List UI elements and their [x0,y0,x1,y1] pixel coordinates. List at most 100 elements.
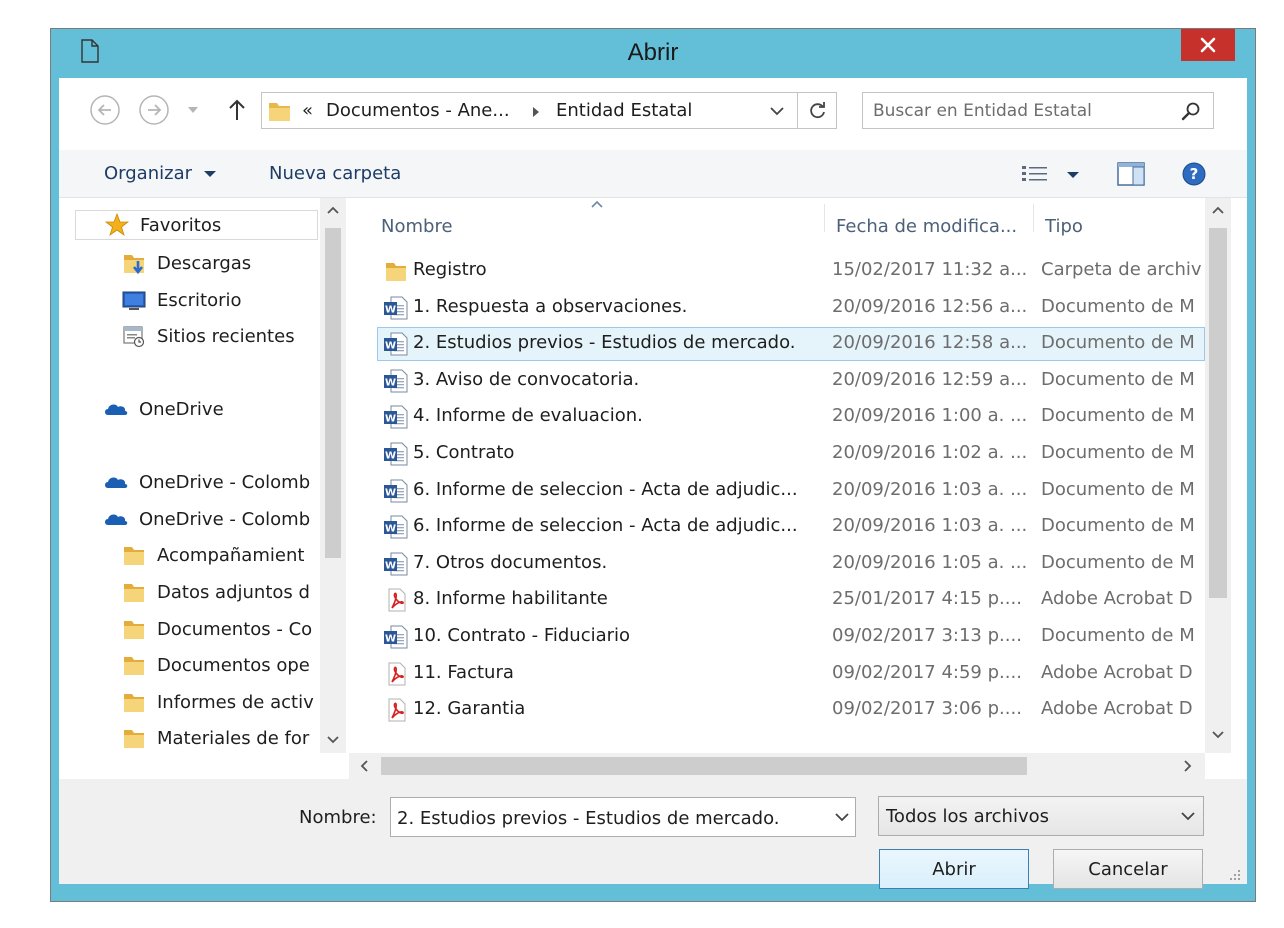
file-row[interactable]: 12. Garantia 09/02/2017 3:06 p.... Adobe A… [371,693,1205,727]
back-button[interactable] [89,94,121,126]
file-name: 1. Respuesta a observaciones. [413,295,688,317]
navigation-pane: Favoritos Descargas Escritorio Sitios recie… [59,198,346,753]
file-row[interactable]: W 2. Estudios previos - Estudios de merca… [371,327,1205,362]
breadcrumb-separator-icon[interactable] [532,106,540,118]
file-row[interactable]: W 3. Aviso de convocatoria. 20/09/2016 12:… [371,364,1205,398]
recent-locations-button[interactable] [183,94,203,126]
scroll-right-button[interactable] [1175,754,1201,778]
file-date: 20/09/2016 1:03 a. ... [832,478,1028,500]
organize-menu-button[interactable]: Organizar [104,163,216,184]
file-row[interactable]: W 7. Otros documentos. 20/09/2016 1:05 a. … [371,547,1205,581]
nav-item[interactable]: Acompañamient [121,540,304,570]
file-row[interactable]: W 4. Informe de evaluacion. 20/09/2016 1:0… [371,400,1205,434]
column-divider[interactable] [824,204,825,232]
pdf-icon [388,588,406,612]
title-bar[interactable]: Abrir [51,29,1255,77]
search-input[interactable] [873,99,1163,123]
column-header-name[interactable]: Nombre [381,216,453,237]
chevron-down-icon [203,171,216,177]
nav-item[interactable]: Informes de activ [121,687,314,717]
nav-item[interactable]: OneDrive - Colomb [103,504,310,534]
file-name: 3. Aviso de convocatoria. [413,368,640,390]
column-divider[interactable] [1033,204,1034,232]
scroll-down-button[interactable] [1205,723,1231,747]
address-overflow-chevron[interactable]: « [302,100,313,121]
filename-input[interactable]: 2. Estudios previos - Estudios de mercad… [397,808,780,829]
file-type-select[interactable]: Todos los archivos [878,796,1204,836]
scroll-left-button[interactable] [351,754,377,778]
view-options-button[interactable] [1021,164,1079,186]
file-name: 8. Informe habilitante [413,588,608,610]
file-icon-wrap [383,258,409,284]
nav-item[interactable]: Descargas [121,248,251,278]
filename-combobox[interactable]: 2. Estudios previos - Estudios de mercad… [390,797,856,837]
breadcrumb-documentos[interactable]: Documentos - Ane... [326,100,510,121]
chevron-down-icon [835,813,849,822]
scroll-up-button[interactable] [320,198,346,222]
nav-item[interactable]: Documentos - Co [121,614,312,644]
nav-item[interactable]: Sitios recientes [121,321,295,351]
search-icon[interactable] [1181,101,1201,121]
file-date: 25/01/2017 4:15 p.... [832,588,1022,610]
refresh-icon [809,101,825,118]
nav-item-label: Acompañamient [157,544,305,566]
file-row[interactable]: Registro 15/02/2017 11:32 a... Carpeta de … [371,254,1205,288]
scroll-up-button[interactable] [1205,198,1231,222]
file-row[interactable]: W 5. Contrato 20/09/2016 1:02 a. ... Docume… [371,437,1205,471]
nav-item[interactable]: Favoritos [75,210,318,240]
chevron-down-icon [1067,172,1079,178]
file-icon-wrap [383,587,409,613]
column-header-date[interactable]: Fecha de modifica... [836,216,1017,237]
nav-item[interactable]: Documentos ope [121,650,310,680]
resize-grip-icon[interactable] [1227,867,1241,881]
nav-item-label: Documentos ope [157,654,310,676]
file-row[interactable]: 8. Informe habilitante 25/01/2017 4:15 p.… [371,583,1205,617]
nav-item-icon-wrap [103,396,131,422]
file-row[interactable]: W 10. Contrato - Fiduciario 09/02/2017 3:1… [371,620,1205,654]
address-dropdown-icon[interactable] [770,106,784,116]
scroll-down-button[interactable] [320,728,346,752]
navigation-scrollbar[interactable] [320,198,346,753]
cancel-button[interactable]: Cancelar [1053,849,1203,889]
file-list-horizontal-scrollbar[interactable] [349,753,1205,779]
navigation-scroll-thumb[interactable] [325,228,341,558]
breadcrumb-entidad-estatal[interactable]: Entidad Estatal [556,100,692,121]
chevron-down-icon [1181,812,1195,821]
file-type-dropdown-button[interactable] [1173,797,1203,835]
file-icon-wrap: W [383,368,409,394]
column-header-type[interactable]: Tipo [1045,216,1083,237]
nav-item[interactable]: OneDrive - Colomb [103,467,310,497]
file-row[interactable]: W 1. Respuesta a observaciones. 20/09/2016… [371,291,1205,325]
new-folder-button[interactable]: Nueva carpeta [269,163,401,184]
nav-item-label: Sitios recientes [157,325,295,347]
file-row[interactable]: W 6. Informe de seleccion - Acta de adjud… [371,510,1205,544]
help-icon: ? [1182,162,1206,186]
address-bar[interactable]: « Documentos - Ane... Entidad Estatal [261,92,837,129]
nav-item[interactable]: OneDrive [103,394,224,424]
open-button[interactable]: Abrir [879,849,1029,889]
close-button[interactable] [1181,29,1235,61]
file-name: Registro [413,259,487,280]
organize-label: Organizar [104,163,192,184]
forward-button[interactable] [138,94,170,126]
file-type: Documento de M [1041,442,1195,463]
help-button[interactable]: ? [1180,160,1208,188]
nav-item-icon-wrap [121,323,149,349]
refresh-button[interactable] [797,92,837,129]
horizontal-scroll-thumb[interactable] [381,757,1027,775]
file-row[interactable]: W 6. Informe de seleccion - Acta de adjud… [371,474,1205,508]
nav-item[interactable]: Datos adjuntos d [121,577,310,607]
file-list-vertical-scrollbar[interactable] [1205,198,1231,753]
nav-item[interactable]: Escritorio [121,285,242,315]
onedrive-icon [105,404,128,415]
chevron-left-icon [360,760,368,772]
filename-dropdown-button[interactable] [827,798,857,836]
search-box[interactable] [862,92,1214,129]
up-button[interactable] [221,94,253,126]
file-list-scroll-thumb[interactable] [1209,228,1227,598]
file-row[interactable]: 11. Factura 09/02/2017 4:59 p.... Adobe Ac… [371,657,1205,691]
file-date: 20/09/2016 12:56 a... [832,295,1028,317]
svg-text:W: W [385,524,396,535]
nav-item[interactable]: Materiales de for [121,723,309,753]
preview-pane-button[interactable] [1116,160,1146,188]
